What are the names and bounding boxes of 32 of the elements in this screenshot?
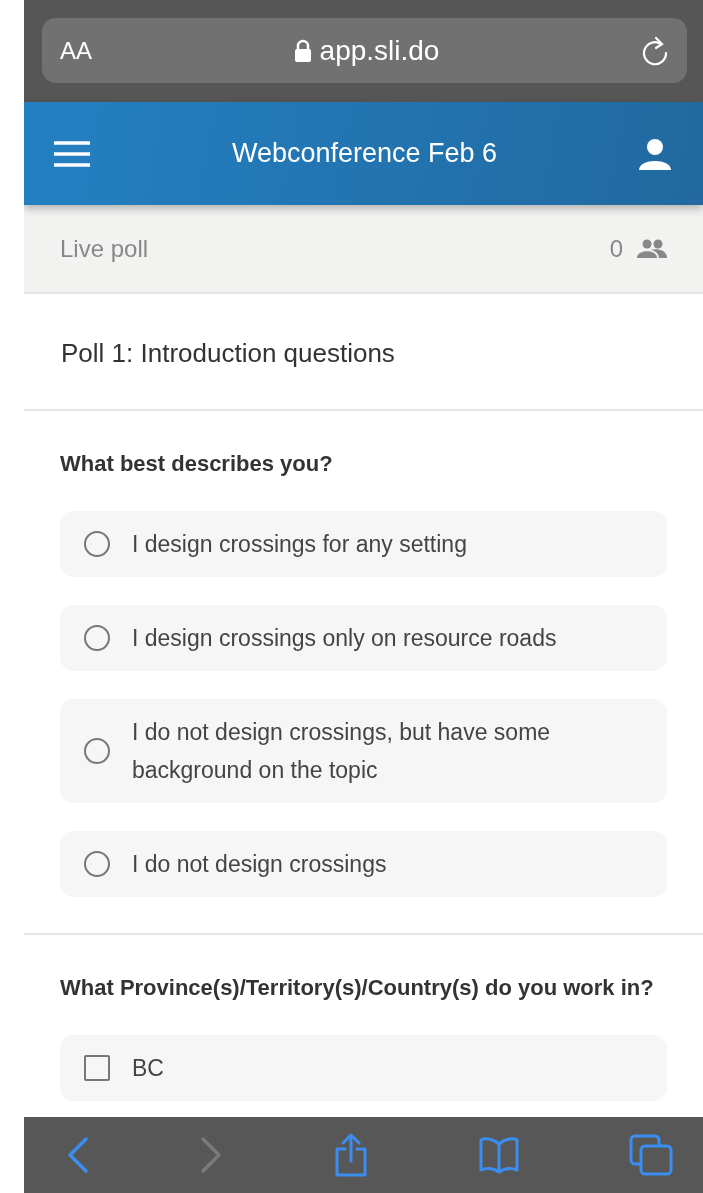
reload-icon[interactable] [641,34,669,67]
user-icon[interactable] [639,137,671,170]
menu-icon[interactable] [54,140,90,167]
url-text: app.sli.do [319,34,440,67]
question-text: What best describes you? [60,450,334,478]
answer-option[interactable]: I design crossings for any setting [60,511,667,577]
people-icon [637,238,667,259]
question-text: What Province(s)/Territory(s)/Country(s) do you work in? [60,974,655,1002]
checkbox[interactable] [84,1055,110,1081]
poll-title: Poll 1: Introduction questions [24,294,703,411]
text-size-button[interactable]: AA [60,36,92,65]
answer-option[interactable]: I do not design crossings, but have some background on the topic [60,699,667,803]
event-title: Webconference Feb 6 [230,138,499,169]
option-label: I do not design crossings, but have some background on the topic [132,718,552,785]
option-label: I design crossings for any setting [132,530,467,559]
radio-button[interactable] [84,625,110,651]
radio-button[interactable] [84,531,110,557]
tabs-button[interactable] [629,1134,673,1176]
answer-option[interactable]: I design crossings only on resource roads [60,605,667,671]
participant-count: 0 [609,234,623,263]
radio-button[interactable] [84,851,110,877]
answer-option[interactable]: BC [60,1035,667,1101]
radio-button[interactable] [84,738,110,764]
address-bar[interactable]: AA app.sli.do [42,18,687,83]
option-label: I do not design crossings [132,850,387,879]
lock-icon [293,38,312,63]
back-button[interactable] [66,1136,90,1174]
live-poll-label: Live poll [60,234,150,263]
option-label: I design crossings only on resource roads [132,624,557,653]
option-label: BC [132,1054,164,1083]
bookmarks-button[interactable] [477,1136,520,1174]
answer-option[interactable]: I do not design crossings [60,831,667,897]
